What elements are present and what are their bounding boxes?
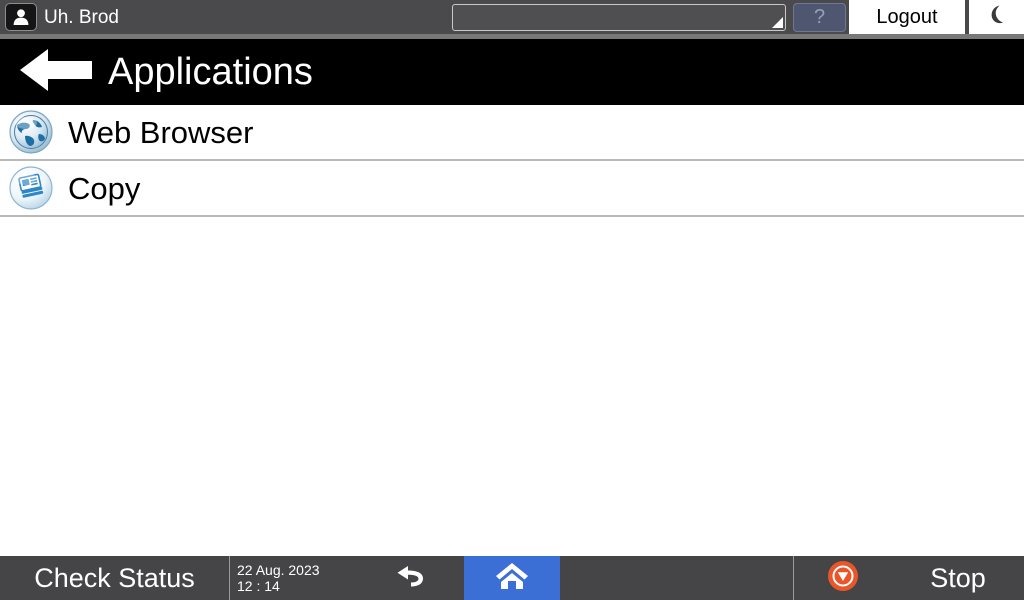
stop-label[interactable]: Stop — [892, 556, 1024, 600]
resize-grip-icon — [772, 17, 783, 28]
list-item-label: Web Browser — [68, 114, 254, 150]
top-status-bar: Uh. Brod ? Logout — [0, 0, 1024, 34]
help-button[interactable]: ? — [793, 3, 846, 32]
list-item-label: Copy — [68, 170, 141, 206]
check-status-button[interactable]: Check Status — [0, 556, 230, 600]
stop-button[interactable] — [794, 556, 892, 600]
user-icon — [5, 3, 37, 31]
search-combo-input[interactable] — [452, 4, 786, 31]
home-icon — [494, 560, 530, 597]
list-item[interactable]: Web Browser — [0, 105, 1024, 161]
time-label: 12 : 14 — [237, 578, 280, 594]
page-title-bar: Applications — [0, 39, 1024, 105]
toolbar-spacer — [560, 556, 794, 600]
back-arrow-icon[interactable] — [18, 45, 94, 100]
bottom-toolbar: Check Status 22 Aug. 2023 12 : 14 Stop — [0, 556, 1024, 600]
user-chip[interactable]: Uh. Brod — [0, 0, 119, 34]
copy-document-icon — [8, 165, 54, 211]
home-button[interactable] — [464, 556, 560, 600]
datetime-display: 22 Aug. 2023 12 : 14 — [230, 556, 358, 600]
undo-arrow-icon — [392, 561, 430, 596]
list-item[interactable]: Copy — [0, 161, 1024, 217]
logout-button[interactable]: Logout — [849, 0, 967, 34]
date-label: 22 Aug. 2023 — [237, 562, 320, 578]
sleep-mode-button[interactable] — [969, 0, 1024, 34]
stop-icon — [827, 560, 859, 597]
reset-button[interactable] — [358, 556, 464, 600]
printer-touch-panel: Uh. Brod ? Logout Applications Web Brows… — [0, 0, 1024, 600]
globe-icon — [8, 109, 54, 155]
moon-icon — [986, 3, 1008, 32]
application-list: Web Browser Copy — [0, 105, 1024, 556]
user-name: Uh. Brod — [44, 6, 119, 28]
page-title: Applications — [108, 51, 313, 93]
